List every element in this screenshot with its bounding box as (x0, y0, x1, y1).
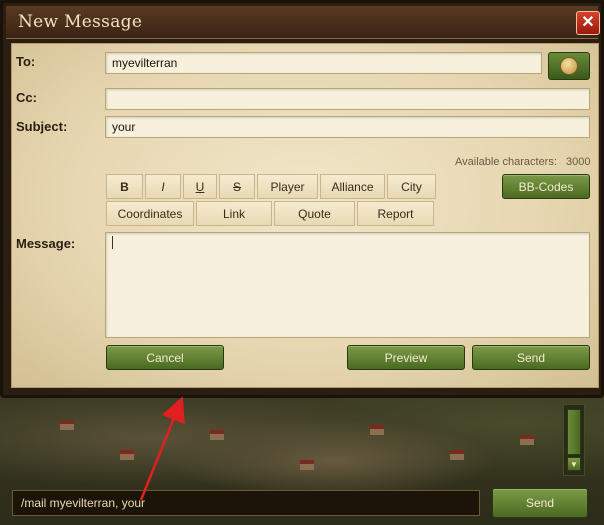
scroll-thumb[interactable] (567, 409, 581, 455)
close-icon: ✕ (581, 14, 595, 31)
cc-field[interactable] (105, 88, 590, 110)
link-tag-button[interactable]: Link (196, 201, 272, 226)
map-building (60, 420, 74, 430)
to-field[interactable]: myevilterran (105, 52, 542, 74)
alliance-tag-button[interactable]: Alliance (320, 174, 385, 199)
city-tag-button[interactable]: City (387, 174, 436, 199)
bb-codes-button[interactable]: BB-Codes (502, 174, 590, 199)
message-label: Message: (16, 236, 76, 251)
address-book-button[interactable] (548, 52, 590, 80)
cc-label: Cc: (16, 90, 37, 105)
chat-input-value: /mail myevilterran, your (21, 496, 146, 510)
map-building (520, 435, 534, 445)
send-button[interactable]: Send (472, 345, 590, 370)
report-tag-button[interactable]: Report (357, 201, 434, 226)
text-caret (112, 236, 113, 249)
strikethrough-button[interactable]: S (219, 174, 255, 199)
preview-button[interactable]: Preview (347, 345, 465, 370)
player-tag-button[interactable]: Player (257, 174, 318, 199)
cancel-button[interactable]: Cancel (106, 345, 224, 370)
chevron-down-icon: ▼ (570, 459, 578, 469)
to-value: myevilterran (112, 56, 178, 70)
close-button[interactable]: ✕ (576, 11, 600, 35)
scroll-down-button[interactable]: ▼ (567, 457, 581, 471)
bold-button[interactable]: B (106, 174, 143, 199)
available-characters: Available characters: 3000 (455, 156, 590, 168)
subject-field[interactable]: your (105, 116, 590, 138)
map-building (450, 450, 464, 460)
italic-button[interactable]: I (145, 174, 181, 199)
dialog-title: New Message (18, 12, 143, 32)
subject-label: Subject: (16, 119, 68, 134)
map-building (300, 460, 314, 470)
dialog-titlebar: New Message (6, 6, 598, 39)
address-book-icon (560, 57, 578, 75)
subject-value: your (112, 120, 136, 134)
to-label: To: (16, 54, 36, 69)
map-building (210, 430, 224, 440)
chat-input[interactable]: /mail myevilterran, your (12, 490, 480, 516)
quote-tag-button[interactable]: Quote (274, 201, 355, 226)
available-characters-count: 3000 (565, 156, 591, 168)
chat-scrollbar[interactable]: ▼ (563, 404, 585, 476)
chat-send-button[interactable]: Send (492, 488, 588, 518)
message-textarea[interactable] (105, 232, 590, 338)
underline-button[interactable]: U (183, 174, 217, 199)
available-characters-label: Available characters: (455, 156, 557, 168)
map-building (120, 450, 134, 460)
map-building (370, 425, 384, 435)
coordinates-tag-button[interactable]: Coordinates (106, 201, 194, 226)
